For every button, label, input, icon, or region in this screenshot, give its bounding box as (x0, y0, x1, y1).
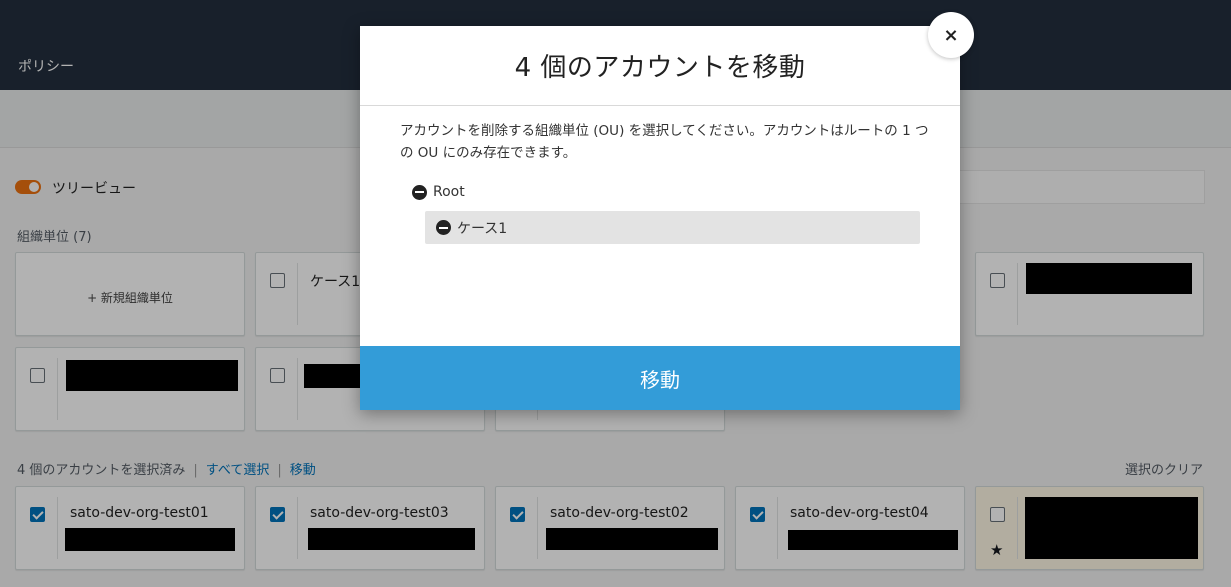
modal-header: 4 個のアカウントを移動 (360, 26, 960, 106)
modal-title: 4 個のアカウントを移動 (514, 53, 806, 83)
tree-node-selected-ou[interactable]: ケース1 (425, 211, 920, 244)
tree-node-label: Root (433, 184, 465, 200)
minus-circle-icon[interactable] (436, 220, 451, 235)
tree-node-root[interactable]: Root (412, 184, 465, 200)
close-icon[interactable]: × (928, 12, 974, 58)
modal-description: アカウントを削除する組織単位 (OU) を選択してください。アカウントはルートの… (400, 123, 929, 161)
tree-node-label: ケース1 (457, 220, 508, 237)
minus-circle-icon[interactable] (412, 184, 427, 200)
move-accounts-modal: 4 個のアカウントを移動 アカウントを削除する組織単位 (OU) を選択してくだ… (360, 26, 960, 410)
move-button[interactable]: 移動 (360, 346, 960, 410)
